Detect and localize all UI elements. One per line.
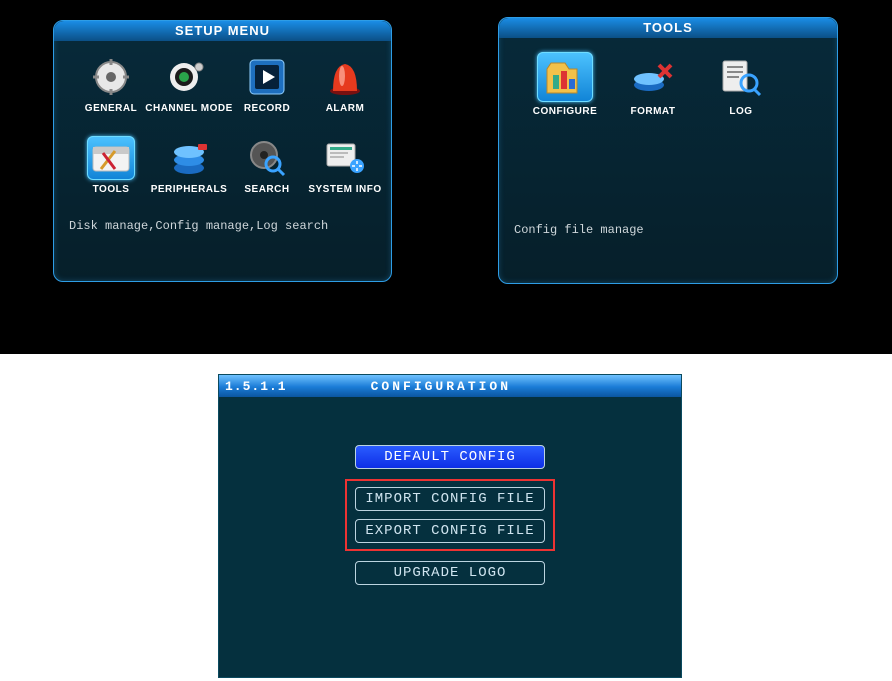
configure-icon [537, 52, 593, 102]
menu-item-general[interactable]: GENERAL [72, 55, 150, 114]
setup-menu-grid: GENERAL CHANNEL MODE RECO [54, 41, 391, 201]
alarm-light-icon [321, 55, 369, 99]
peripherals-icon [165, 136, 213, 180]
system-info-icon [321, 136, 369, 180]
configuration-title: CONFIGURATION [371, 379, 511, 394]
tools-label-configure: CONFIGURE [533, 106, 598, 117]
menu-item-alarm[interactable]: ALARM [306, 55, 384, 114]
menu-label-channel-mode: CHANNEL MODE [145, 103, 232, 114]
upgrade-logo-button[interactable]: UPGRADE LOGO [355, 561, 545, 585]
format-icon [625, 52, 681, 102]
configuration-version: 1.5.1.1 [219, 379, 301, 394]
menu-label-system-info: SYSTEM INFO [308, 184, 381, 195]
menu-label-alarm: ALARM [326, 103, 365, 114]
menu-item-channel-mode[interactable]: CHANNEL MODE [150, 55, 228, 114]
tools-grid: CONFIGURE FORMAT [499, 38, 837, 123]
configuration-body: DEFAULT CONFIG IMPORT CONFIG FILE EXPORT… [219, 397, 681, 585]
menu-label-search: SEARCH [244, 184, 289, 195]
tools-icon [87, 136, 135, 180]
tools-item-configure[interactable]: CONFIGURE [521, 52, 609, 117]
tools-label-log: LOG [729, 106, 752, 117]
menu-label-general: GENERAL [85, 103, 137, 114]
setup-menu-description: Disk manage,Config manage,Log search [54, 201, 391, 245]
menu-item-tools[interactable]: TOOLS [72, 136, 150, 195]
tools-title: TOOLS [499, 18, 837, 38]
config-file-highlight: IMPORT CONFIG FILE EXPORT CONFIG FILE [345, 479, 555, 551]
gear-icon [87, 55, 135, 99]
export-config-button[interactable]: EXPORT CONFIG FILE [355, 519, 545, 543]
tools-description: Config file manage [499, 123, 837, 249]
import-config-button[interactable]: IMPORT CONFIG FILE [355, 487, 545, 511]
tools-label-format: FORMAT [630, 106, 675, 117]
menu-label-record: RECORD [244, 103, 290, 114]
tools-panel: TOOLS CONFIGURE [498, 17, 838, 284]
play-icon [243, 55, 291, 99]
menu-item-search[interactable]: SEARCH [228, 136, 306, 195]
camera-icon [165, 55, 213, 99]
menu-item-system-info[interactable]: SYSTEM INFO [306, 136, 384, 195]
menu-item-peripherals[interactable]: PERIPHERALS [150, 136, 228, 195]
menu-label-peripherals: PERIPHERALS [151, 184, 228, 195]
default-config-button[interactable]: DEFAULT CONFIG [355, 445, 545, 469]
tools-item-format[interactable]: FORMAT [609, 52, 697, 117]
setup-menu-panel: SETUP MENU GENERAL CHANNEL [53, 20, 392, 282]
configuration-window: 1.5.1.1 CONFIGURATION DEFAULT CONFIG IMP… [218, 374, 682, 678]
tools-item-log[interactable]: LOG [697, 52, 785, 117]
menu-item-record[interactable]: RECORD [228, 55, 306, 114]
setup-menu-title: SETUP MENU [54, 21, 391, 41]
menu-label-tools: TOOLS [93, 184, 130, 195]
search-disc-icon [243, 136, 291, 180]
configuration-titlebar: 1.5.1.1 CONFIGURATION [219, 375, 681, 397]
log-icon [713, 52, 769, 102]
